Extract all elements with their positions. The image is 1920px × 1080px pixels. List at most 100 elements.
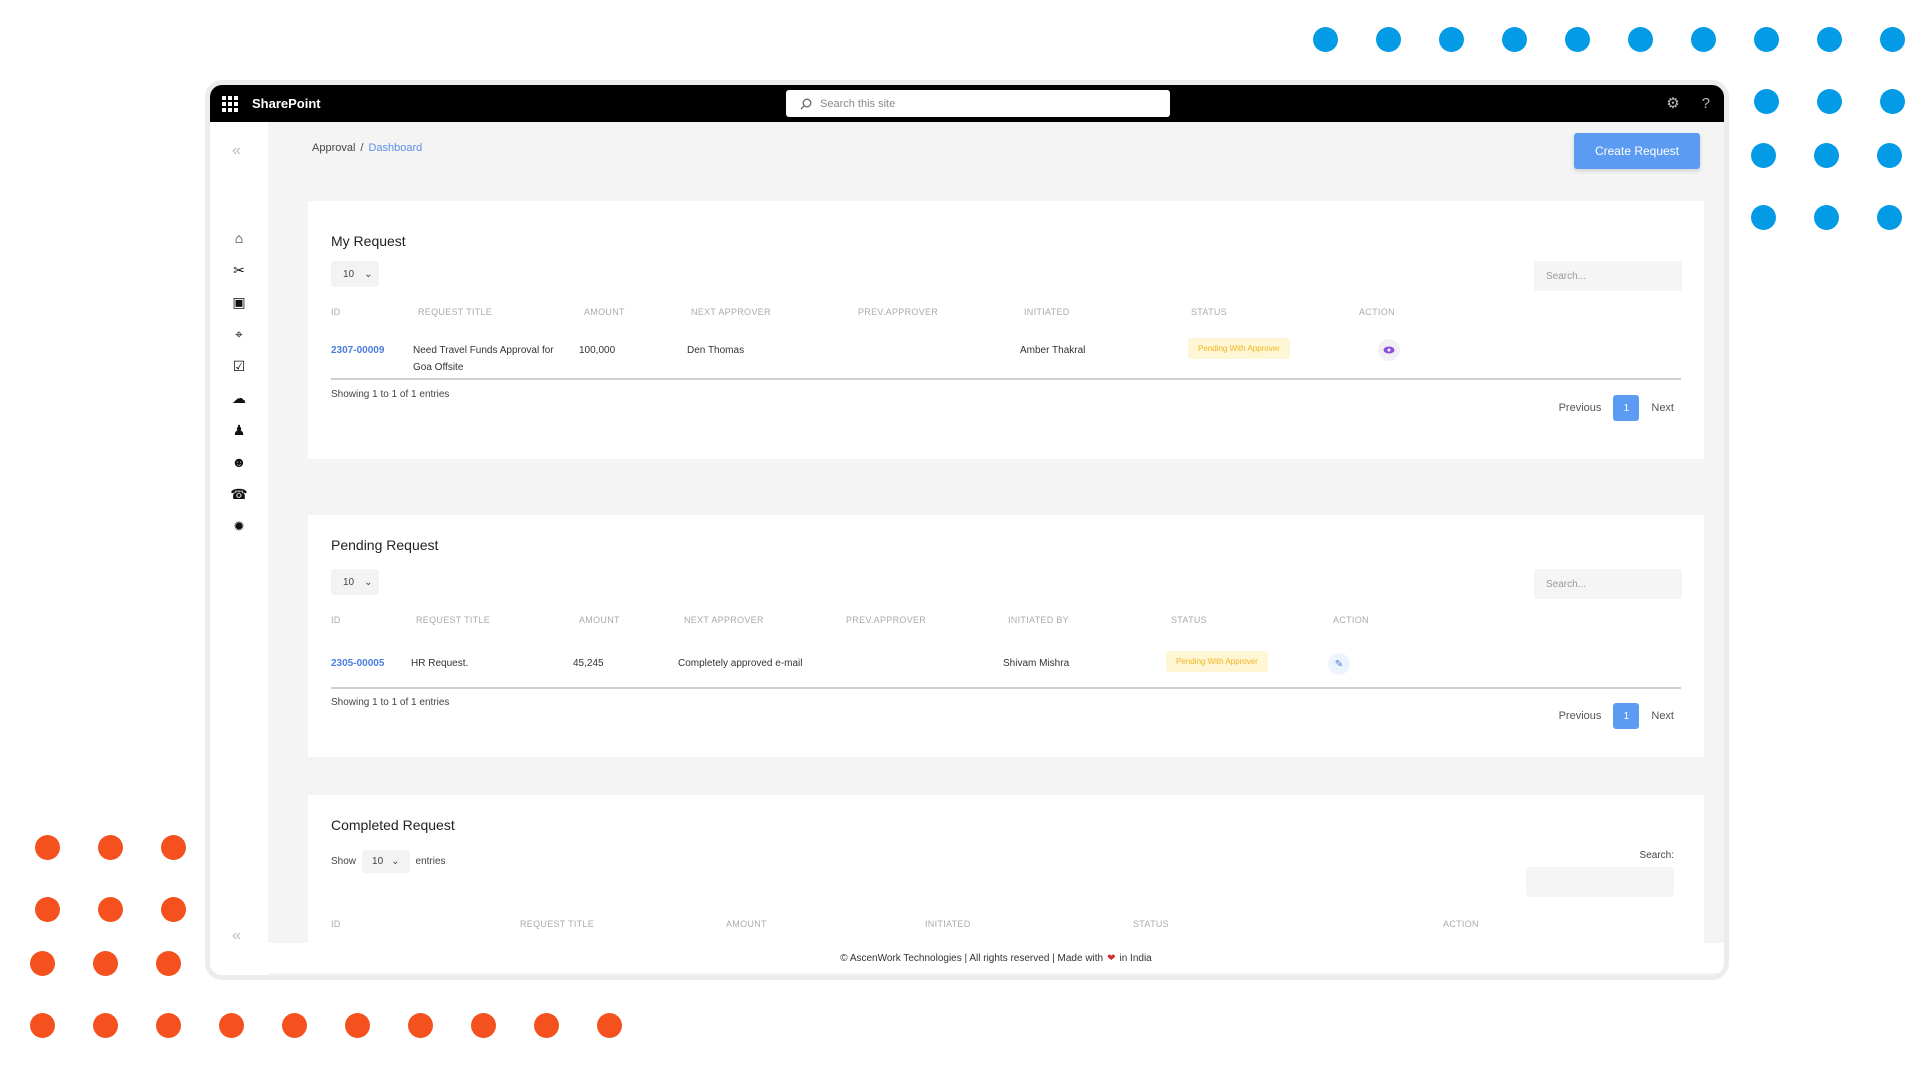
row-divider — [331, 378, 1681, 380]
pending-request-title: Pending Request — [331, 537, 439, 553]
status-badge: Pending With Approver — [1188, 338, 1290, 359]
next-approver-cell: Completely approved e-mail — [678, 658, 803, 669]
col-prev-approver[interactable]: PREV.APPROVER — [846, 615, 926, 625]
row-divider — [331, 687, 1681, 689]
breadcrumb-dashboard[interactable]: Dashboard — [368, 142, 422, 154]
initiated-cell: Amber Thakral — [1020, 345, 1086, 356]
col-prev-approver[interactable]: PREV.APPROVER — [858, 307, 938, 317]
next-approver-cell: Den Thomas — [687, 345, 745, 356]
sidebar: « ⌂ ✂ ▣ ⌖ ☑ ☁ ♟ ☻ ☎ ✹ « — [210, 122, 268, 975]
completed-request-card: Completed Request Show 10 ⌄ entries Searc… — [308, 795, 1704, 943]
sharepoint-window: SharePoint Search this site ⚙ ? « ⌂ ✂ ▣ … — [210, 85, 1724, 975]
footer-text: © AscenWork Technologies | All rights re… — [840, 952, 1104, 964]
form-icon[interactable]: ☑ — [210, 350, 268, 382]
col-id[interactable]: ID — [331, 307, 341, 317]
initiated-by-cell: Shivam Mishra — [1003, 658, 1070, 669]
next-page-button[interactable]: Next — [1651, 402, 1674, 414]
next-page-button[interactable]: Next — [1651, 710, 1674, 722]
col-status[interactable]: STATUS — [1191, 307, 1227, 317]
home-icon[interactable]: ⌂ — [210, 222, 268, 254]
show-label: Show — [331, 856, 357, 867]
col-initiated[interactable]: INITIATED — [925, 919, 971, 929]
search-label: Search: — [1639, 850, 1674, 861]
col-id[interactable]: ID — [331, 615, 341, 625]
request-title-cell: HR Request. — [411, 658, 469, 669]
page-1-button[interactable]: 1 — [1613, 703, 1640, 729]
page-length-value: 10 — [343, 576, 355, 588]
breadcrumb-approval[interactable]: Approval — [312, 142, 355, 154]
col-status[interactable]: STATUS — [1133, 919, 1169, 929]
building-icon[interactable]: ⌖ — [210, 318, 268, 350]
breadcrumb: Approval / Dashboard — [312, 142, 422, 154]
support-icon[interactable]: ☎ — [210, 478, 268, 510]
col-amount[interactable]: AMOUNT — [579, 615, 620, 625]
col-id[interactable]: ID — [331, 919, 341, 929]
col-action: ACTION — [1443, 919, 1479, 929]
page-length-select[interactable]: 10 ⌄ — [331, 261, 379, 287]
showing-entries: Showing 1 to 1 of 1 entries — [331, 389, 450, 400]
create-request-button[interactable]: Create Request — [1574, 133, 1700, 169]
heart-icon: ❤ — [1107, 952, 1116, 964]
col-request-title[interactable]: REQUEST TITLE — [418, 307, 492, 317]
chevron-down-icon: ⌄ — [364, 268, 373, 280]
my-request-title: My Request — [331, 233, 406, 249]
pencil-icon[interactable]: ✎ — [1328, 653, 1350, 675]
user-icon[interactable]: ☻ — [210, 446, 268, 478]
col-next-approver[interactable]: NEXT APPROVER — [691, 307, 771, 317]
settings-icon[interactable]: ✹ — [210, 510, 268, 542]
col-initiated-by[interactable]: INITIATED BY — [1008, 615, 1069, 625]
tools-icon[interactable]: ✂ — [210, 254, 268, 286]
page-length-select[interactable]: 10 ⌄ — [331, 569, 379, 595]
search-placeholder: Search this site — [820, 97, 896, 110]
pagination: Previous 1 Next — [1559, 703, 1674, 729]
page-1-button[interactable]: 1 — [1613, 395, 1640, 421]
col-status[interactable]: STATUS — [1171, 615, 1207, 625]
pending-request-card: Pending Request 10 ⌄ Search... ID REQUEST… — [308, 515, 1704, 757]
status-badge: Pending With Approver — [1166, 651, 1268, 672]
gear-icon[interactable]: ⚙ — [1666, 94, 1679, 112]
page-length-select[interactable]: 10 ⌄ — [362, 850, 410, 873]
amount-cell: 100,000 — [579, 345, 616, 356]
breadcrumb-separator: / — [360, 142, 364, 154]
collapse-sidebar-icon[interactable]: « — [232, 142, 241, 160]
request-title-cell: Need Travel Funds Approval for Goa Offsi… — [413, 345, 554, 373]
weather-icon[interactable]: ☁ — [210, 382, 268, 414]
entries-label: entries — [415, 856, 446, 867]
footer: © AscenWork Technologies | All rights re… — [268, 943, 1724, 973]
footer-text-end: in India — [1119, 952, 1152, 964]
top-bar: SharePoint Search this site ⚙ ? — [210, 85, 1724, 122]
table-search-input[interactable] — [1526, 867, 1674, 897]
col-request-title[interactable]: REQUEST TITLE — [416, 615, 490, 625]
help-icon[interactable]: ? — [1702, 95, 1710, 112]
col-initiated[interactable]: INITIATED — [1024, 307, 1070, 317]
brand-name[interactable]: SharePoint — [252, 96, 321, 111]
collapse-sidebar-bottom-icon[interactable]: « — [232, 927, 241, 945]
page-length-value: 10 — [372, 856, 384, 867]
table-search-input[interactable]: Search... — [1534, 569, 1682, 599]
completed-request-title: Completed Request — [331, 817, 455, 833]
col-request-title[interactable]: REQUEST TITLE — [520, 919, 594, 929]
app-launcher-icon[interactable] — [222, 95, 238, 112]
request-id-link[interactable]: 2307-00009 — [331, 342, 384, 359]
chevron-down-icon: ⌄ — [391, 856, 400, 867]
previous-page-button[interactable]: Previous — [1559, 402, 1602, 414]
page-length-value: 10 — [343, 268, 355, 280]
col-next-approver[interactable]: NEXT APPROVER — [684, 615, 764, 625]
previous-page-button[interactable]: Previous — [1559, 710, 1602, 722]
showing-entries: Showing 1 to 1 of 1 entries — [331, 697, 450, 708]
col-action: ACTION — [1359, 307, 1395, 317]
col-amount[interactable]: AMOUNT — [726, 919, 767, 929]
amount-cell: 45,245 — [573, 658, 604, 669]
team-icon[interactable]: ♟ — [210, 414, 268, 446]
site-search-input[interactable]: Search this site — [786, 90, 1170, 117]
table-search-input[interactable]: Search... — [1534, 261, 1682, 291]
request-id-link[interactable]: 2305-00005 — [331, 655, 384, 672]
search-icon — [800, 98, 812, 109]
my-request-card: My Request 10 ⌄ Search... ID REQUEST TITL… — [308, 201, 1704, 459]
chevron-down-icon: ⌄ — [364, 576, 373, 588]
col-action: ACTION — [1333, 615, 1369, 625]
pagination: Previous 1 Next — [1559, 395, 1674, 421]
col-amount[interactable]: AMOUNT — [584, 307, 625, 317]
eye-icon[interactable] — [1378, 339, 1400, 361]
id-badge-icon[interactable]: ▣ — [210, 286, 268, 318]
